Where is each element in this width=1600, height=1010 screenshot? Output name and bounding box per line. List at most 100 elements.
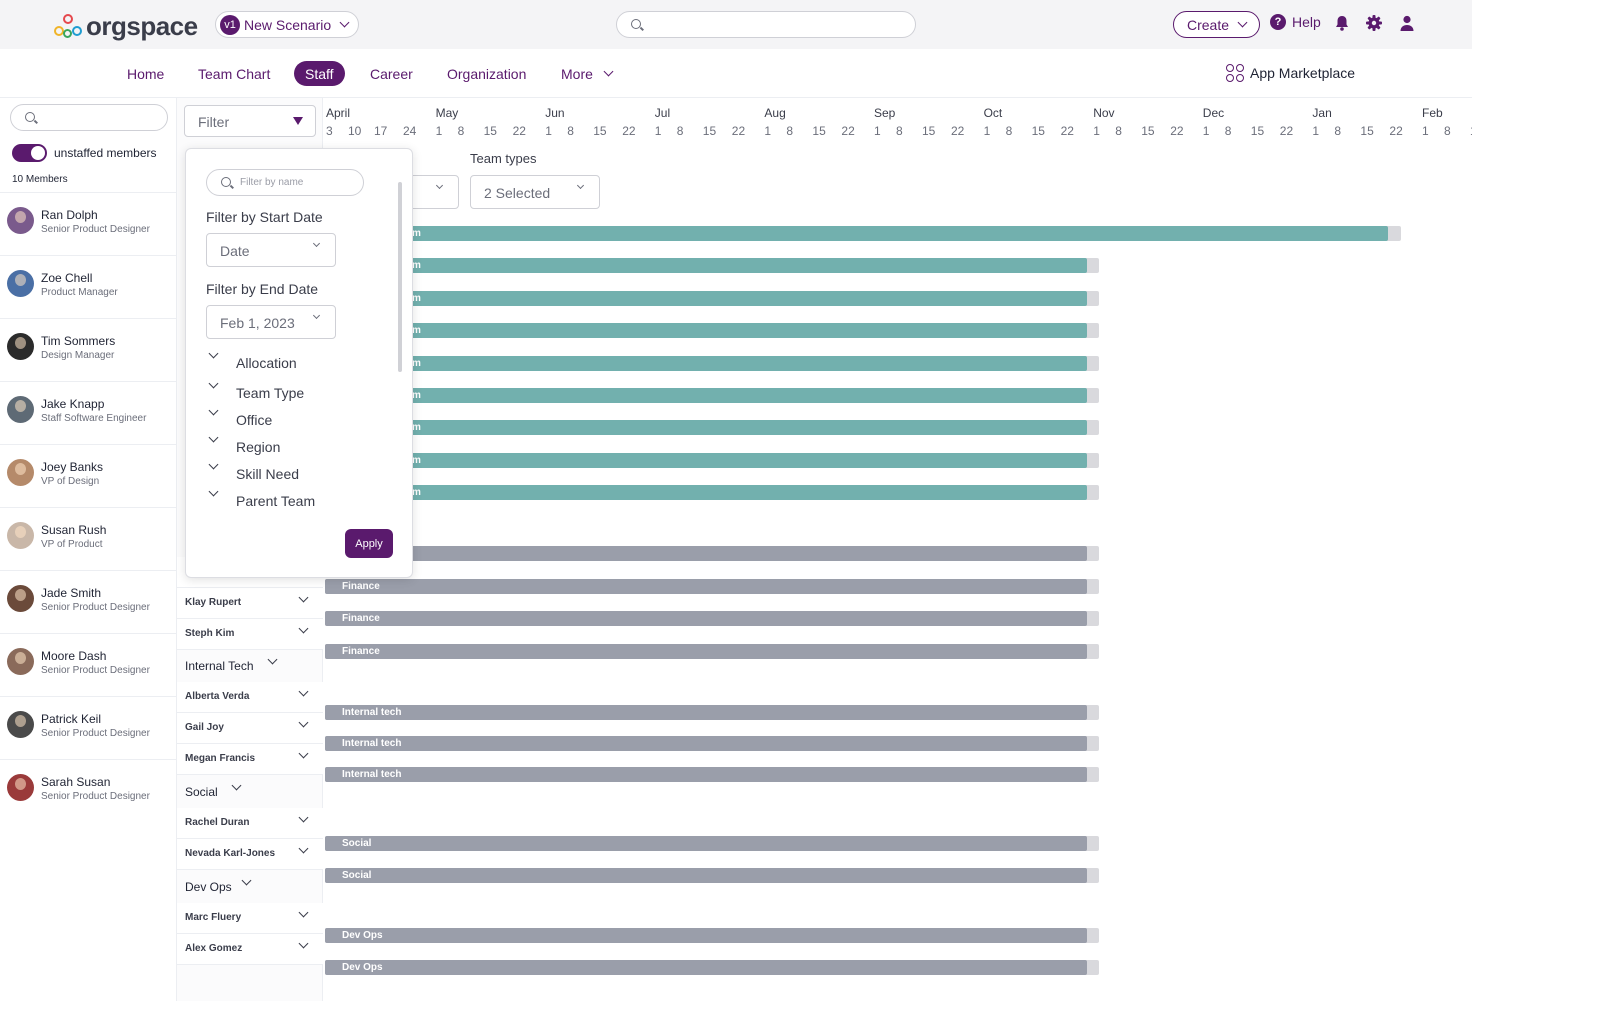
week-label: 22 — [622, 124, 636, 138]
chevron-down-icon[interactable] — [298, 717, 309, 728]
member-row[interactable]: Susan Rush VP of Product — [0, 507, 177, 570]
filter-name-search-input[interactable]: Filter by name — [206, 169, 364, 196]
week-label: 15 — [1470, 124, 1472, 138]
filter-section-team-type[interactable]: Team Type — [206, 378, 386, 404]
staff-row[interactable]: Marc Fluery — [177, 903, 323, 934]
allocation-bar-fill — [325, 767, 1087, 782]
chevron-down-icon[interactable] — [298, 592, 309, 603]
member-row[interactable]: Moore Dash Senior Product Designer — [0, 633, 177, 696]
chevron-down-icon[interactable] — [298, 843, 309, 854]
nav-more[interactable]: More — [561, 61, 614, 86]
allocation-bar-label: Internal tech — [342, 738, 402, 749]
nav-career[interactable]: Career — [370, 61, 413, 86]
member-role: Senior Product Designer — [41, 791, 150, 802]
staff-row[interactable]: Alex Gomez — [177, 934, 323, 965]
unstaffed-members-toggle[interactable] — [12, 144, 47, 162]
allocation-bar-fill — [325, 836, 1087, 851]
team-types-select[interactable]: 2 Selected — [470, 175, 600, 209]
week-label: 8 — [1005, 124, 1013, 138]
chevron-down-icon[interactable] — [298, 938, 309, 949]
team-group-name: Dev Ops — [185, 880, 232, 894]
filter-section-region[interactable]: Region — [206, 432, 386, 458]
chevron-down-icon[interactable] — [298, 812, 309, 823]
team-group-header[interactable]: Dev Ops — [177, 872, 323, 903]
create-button[interactable]: Create — [1173, 11, 1260, 38]
end-date-label: Filter by End Date — [206, 281, 319, 297]
end-date-select[interactable]: Feb 1, 2023 — [206, 305, 336, 339]
filter-section-parent-team[interactable]: Parent Team — [206, 486, 386, 512]
staff-row[interactable]: Klay Rupert — [177, 588, 323, 619]
month-label: Jan — [1312, 106, 1332, 120]
filter-button-label: Filter — [198, 114, 230, 130]
member-row[interactable]: Zoe Chell Product Manager — [0, 255, 177, 318]
nav-team-chart[interactable]: Team Chart — [198, 61, 270, 86]
chevron-down-icon — [208, 405, 219, 416]
funnel-icon — [293, 117, 303, 125]
staff-row[interactable]: Alberta Verda — [177, 682, 323, 713]
member-row[interactable]: Patrick Keil Senior Product Designer — [0, 696, 177, 759]
member-count: 10 Members — [12, 174, 68, 185]
staff-row[interactable]: Steph Kim — [177, 619, 323, 650]
week-label: 22 — [512, 124, 526, 138]
chevron-down-icon[interactable] — [298, 623, 309, 634]
allocation-bar-fill — [325, 644, 1087, 659]
chevron-down-icon[interactable] — [231, 780, 242, 791]
week-label: 1 — [874, 124, 881, 138]
week-label: 8 — [1444, 124, 1451, 138]
member-row[interactable]: Sarah Susan Senior Product Designer — [0, 759, 177, 822]
chevron-down-icon — [208, 348, 219, 359]
chevron-down-icon[interactable] — [241, 875, 252, 886]
start-date-select[interactable]: Date — [206, 233, 336, 267]
filter-section-allocation[interactable]: Allocation — [206, 348, 386, 374]
chevron-down-icon[interactable] — [298, 748, 309, 759]
nav-home[interactable]: Home — [127, 61, 164, 86]
team-types-label: Team types — [470, 151, 537, 166]
filter-section-skill-need[interactable]: Skill Need — [206, 459, 386, 485]
staff-row[interactable]: Nevada Karl-Jones — [177, 839, 323, 870]
staff-row[interactable]: Megan Francis — [177, 744, 323, 775]
member-row[interactable]: Joey Banks VP of Design — [0, 444, 177, 507]
help-button[interactable]: ? Help — [1270, 14, 1321, 30]
staff-row[interactable]: Rachel Duran — [177, 808, 323, 839]
filter-button[interactable]: Filter — [184, 105, 316, 137]
staff-row[interactable]: Gail Joy — [177, 713, 323, 744]
week-label: 15 — [483, 124, 497, 138]
week-label: 8 — [567, 124, 574, 138]
filter-section-office[interactable]: Office — [206, 405, 386, 431]
week-label: 15 — [922, 124, 936, 138]
team-group-header[interactable]: Social — [177, 777, 323, 808]
nav-staff[interactable]: Staff — [294, 61, 345, 86]
chevron-down-icon — [1237, 17, 1248, 28]
team-group-name: Internal Tech — [185, 659, 254, 673]
member-row[interactable]: Ran Dolph Senior Product Designer — [0, 192, 177, 255]
chevron-down-icon[interactable] — [267, 654, 278, 665]
chevron-down-icon[interactable] — [298, 686, 309, 697]
global-search-input[interactable] — [616, 11, 916, 38]
popover-scrollbar[interactable] — [396, 167, 404, 512]
allocation-bar-fill — [325, 485, 1087, 500]
logo-mark-icon — [54, 13, 84, 40]
allocation-bar-fill — [325, 420, 1087, 435]
orgspace-logo[interactable]: orgspace — [54, 11, 198, 42]
month-label: Dec — [1202, 106, 1225, 120]
member-row[interactable]: Tim Sommers Design Manager — [0, 318, 177, 381]
member-row[interactable]: Jake Knapp Staff Software Engineer — [0, 381, 177, 444]
month-label: April — [326, 106, 351, 120]
user-profile-icon[interactable] — [1398, 14, 1416, 32]
allocation-bar-fill — [325, 453, 1087, 468]
scenario-selector[interactable]: v1 New Scenario — [215, 11, 360, 38]
allocation-bar-label: m — [412, 390, 421, 401]
allocation-bar-label: Finance — [342, 613, 380, 624]
week-label: 8 — [1224, 124, 1232, 138]
app-marketplace-link[interactable]: App Marketplace — [1226, 64, 1355, 82]
app-grid-icon — [1226, 64, 1244, 82]
bell-icon[interactable] — [1333, 14, 1351, 32]
nav-organization[interactable]: Organization — [447, 61, 526, 86]
member-search-input[interactable] — [10, 104, 168, 131]
team-group-header[interactable]: Internal Tech — [177, 651, 323, 682]
gear-icon[interactable] — [1365, 14, 1383, 32]
scrollbar-thumb[interactable] — [398, 182, 402, 372]
chevron-down-icon[interactable] — [298, 907, 309, 918]
member-row[interactable]: Jade Smith Senior Product Designer — [0, 570, 177, 633]
apply-button[interactable]: Apply — [345, 529, 393, 558]
